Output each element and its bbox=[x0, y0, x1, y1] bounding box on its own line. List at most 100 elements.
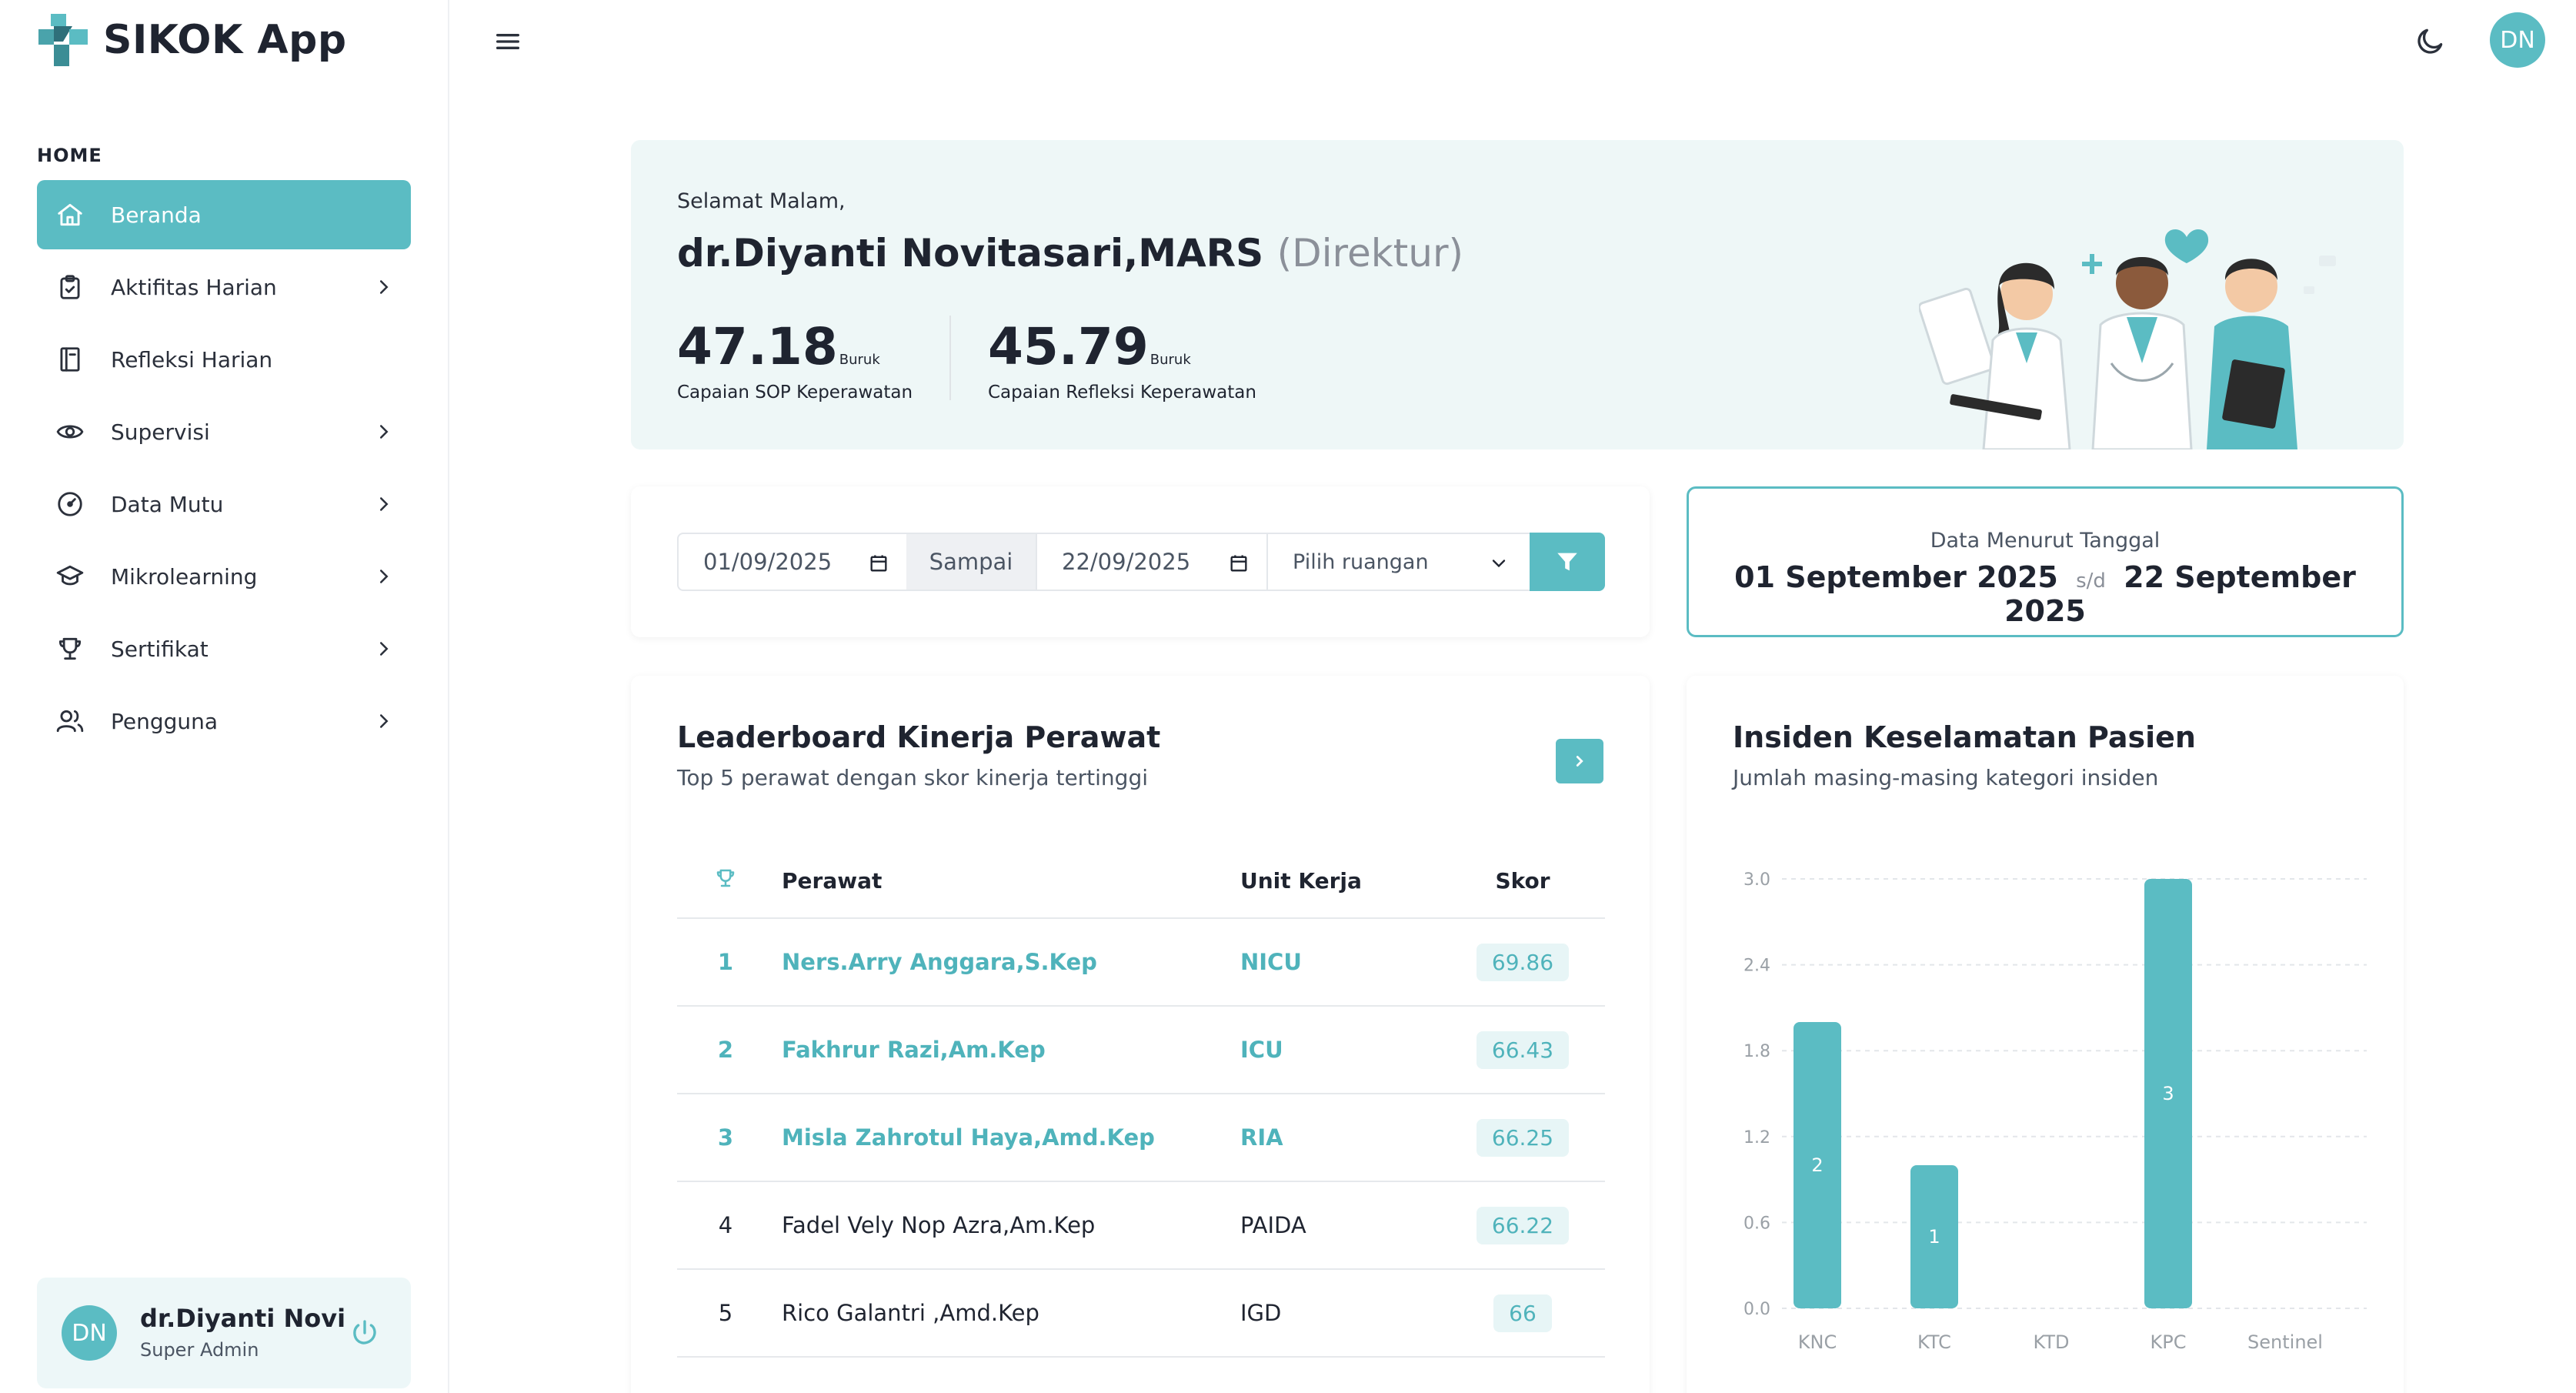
filter-icon bbox=[1557, 553, 1577, 571]
incident-chart-card: Insiden Keselamatan Pasien Jumlah masing… bbox=[1687, 676, 2404, 1393]
rank-cell: 4 bbox=[718, 1212, 733, 1238]
sidebar-item-label: Refleksi Harian bbox=[111, 346, 273, 372]
sidebar-section-home: HOME bbox=[37, 145, 102, 166]
chevron-right-icon bbox=[380, 642, 389, 656]
moon-icon[interactable] bbox=[2413, 25, 2447, 58]
rank-cell: 5 bbox=[718, 1300, 733, 1326]
x-tick-label: Sentinel bbox=[2247, 1331, 2323, 1353]
sidebar-item-data-mutu[interactable]: Data Mutu bbox=[37, 469, 411, 539]
y-tick-label: 0.6 bbox=[1743, 1214, 1770, 1233]
unit-cell: PAIDA bbox=[1240, 1212, 1306, 1238]
leaderboard-title: Leaderboard Kinerja Perawat bbox=[677, 720, 1161, 754]
avatar[interactable]: DN bbox=[62, 1305, 117, 1361]
graduation-cap-icon bbox=[54, 560, 86, 593]
incident-bar-chart: 0.0 0.6 1.2 1.8 2.4 3.0 2 KNC 1 KTC KTD 3 KPC Sentine… bbox=[1743, 870, 2367, 1353]
stat-refleksi: 45.79 Buruk Capaian Refleksi Keperawatan bbox=[988, 317, 1256, 403]
greeting: Selamat Malam, bbox=[677, 189, 846, 213]
nurse-name-link[interactable]: Fakhrur Razi,Am.Kep bbox=[774, 1037, 1233, 1063]
bar-value-label: 2 bbox=[1811, 1154, 1823, 1176]
power-icon[interactable] bbox=[349, 1318, 380, 1348]
date-to-input[interactable]: 22/09/2025 bbox=[1036, 533, 1268, 591]
stat-sop: 47.18 Buruk Capaian SOP Keperawatan bbox=[677, 317, 913, 403]
sidebar: SIKOK App HOME Beranda Aktifitas Harian … bbox=[0, 0, 449, 1393]
date-range-value: 01 September 2025 s/d 22 September 2025 bbox=[1689, 560, 2401, 628]
table-row[interactable]: 3 Misla Zahrotul Haya,Amd.Kep RIA 66.25 bbox=[677, 1094, 1605, 1182]
table-row[interactable]: 4 Fadel Vely Nop Azra,Am.Kep PAIDA 66.22 bbox=[677, 1182, 1605, 1270]
user-position: (Direktur) bbox=[1276, 231, 1464, 276]
date-range-from: 01 September 2025 bbox=[1734, 560, 2058, 594]
chevron-right-icon bbox=[380, 714, 389, 728]
nurse-name-link[interactable]: Ners.Arry Anggara,S.Kep bbox=[774, 949, 1233, 975]
divider bbox=[949, 316, 951, 400]
date-from-input[interactable]: 01/09/2025 bbox=[677, 533, 908, 591]
date-range-card: Data Menurut Tanggal 01 September 2025 s… bbox=[1687, 486, 2404, 637]
x-tick-label: KTC bbox=[1917, 1331, 1951, 1353]
sidebar-item-supervisi[interactable]: Supervisi bbox=[37, 397, 411, 466]
sidebar-item-aktifitas-harian[interactable]: Aktifitas Harian bbox=[37, 252, 411, 322]
table-row[interactable]: 5 Rico Galantri ,Amd.Kep IGD 66 bbox=[677, 1270, 1605, 1358]
sidebar-item-label: Aktifitas Harian bbox=[111, 274, 277, 300]
score-badge: 66.22 bbox=[1476, 1206, 1570, 1244]
sidebar-item-beranda[interactable]: Beranda bbox=[37, 180, 411, 249]
stat-quality: Buruk bbox=[1150, 352, 1191, 368]
sidebar-item-label: Beranda bbox=[111, 202, 202, 228]
score-header: Skor bbox=[1495, 867, 1550, 894]
filter-card: 01/09/2025 Sampai 22/09/2025 Pilih ruang… bbox=[631, 486, 1650, 637]
app-logo[interactable]: SIKOK App bbox=[35, 11, 347, 69]
sidebar-item-mikrolearning[interactable]: Mikrolearning bbox=[37, 542, 411, 611]
sidebar-item-sertifikat[interactable]: Sertifikat bbox=[37, 614, 411, 683]
unit-cell: RIA bbox=[1240, 1124, 1283, 1151]
sidebar-menu: Beranda Aktifitas Harian Refleksi Harian… bbox=[37, 180, 411, 759]
filter-button[interactable] bbox=[1530, 533, 1605, 591]
bar-value-label: 1 bbox=[1928, 1226, 1940, 1248]
sidebar-item-label: Supervisi bbox=[111, 419, 210, 445]
rank-cell: 2 bbox=[717, 1037, 734, 1063]
leaderboard-table: Perawat Unit Kerja Skor 1 Ners.Arry Angg… bbox=[677, 843, 1605, 1358]
avatar[interactable]: DN bbox=[2490, 12, 2545, 68]
y-tick-label: 1.8 bbox=[1743, 1042, 1770, 1061]
rank-cell: 1 bbox=[717, 949, 734, 975]
score-badge: 66 bbox=[1493, 1294, 1552, 1332]
user-name: dr.Diyanti Novi bbox=[140, 1304, 346, 1333]
nurse-name-link[interactable]: Misla Zahrotul Haya,Amd.Kep bbox=[774, 1124, 1233, 1151]
user-fullname: dr.Diyanti Novitasari,MARS (Direktur) bbox=[677, 231, 1463, 276]
sidebar-item-pengguna[interactable]: Pengguna bbox=[37, 686, 411, 756]
book-icon bbox=[54, 343, 86, 376]
sidebar-item-label: Pengguna bbox=[111, 708, 219, 734]
x-tick-label: KTD bbox=[2033, 1331, 2069, 1353]
table-row[interactable]: 1 Ners.Arry Anggara,S.Kep NICU 69.86 bbox=[677, 919, 1605, 1007]
table-row[interactable]: 2 Fakhrur Razi,Am.Kep ICU 66.43 bbox=[677, 1007, 1605, 1094]
y-tick-label: 2.4 bbox=[1743, 957, 1770, 976]
stat-caption: Capaian Refleksi Keperawatan bbox=[988, 382, 1256, 403]
sidebar-item-refleksi-harian[interactable]: Refleksi Harian bbox=[37, 325, 411, 394]
room-select[interactable]: Pilih ruangan bbox=[1266, 533, 1531, 591]
y-tick-label: 3.0 bbox=[1743, 870, 1770, 890]
leaderboard-card: Leaderboard Kinerja Perawat Top 5 perawa… bbox=[631, 676, 1650, 1393]
medical-staff-illustration bbox=[1919, 229, 2336, 449]
fullname-text: dr.Diyanti Novitasari,MARS bbox=[677, 231, 1264, 276]
app-title: SIKOK App bbox=[103, 17, 347, 63]
unit-cell: IGD bbox=[1240, 1300, 1282, 1326]
calendar-icon[interactable] bbox=[868, 553, 889, 574]
sidebar-item-label: Mikrolearning bbox=[111, 563, 258, 590]
home-icon bbox=[54, 199, 86, 231]
bar-value-label: 3 bbox=[2162, 1083, 2174, 1104]
trophy-icon bbox=[54, 633, 86, 665]
leaderboard-more-button[interactable] bbox=[1556, 739, 1603, 783]
user-role: Super Admin bbox=[140, 1339, 259, 1361]
x-tick-label: KNC bbox=[1798, 1331, 1837, 1353]
date-from-value: 01/09/2025 bbox=[703, 549, 833, 575]
eye-icon bbox=[54, 416, 86, 448]
user-card: DN dr.Diyanti Novi Super Admin bbox=[37, 1278, 411, 1388]
date-range-separator: s/d bbox=[2076, 570, 2106, 593]
calendar-icon[interactable] bbox=[1228, 553, 1250, 574]
score-badge: 66.43 bbox=[1476, 1031, 1570, 1069]
chevron-right-icon bbox=[380, 425, 389, 439]
trophy-icon bbox=[716, 869, 735, 887]
chevron-right-icon bbox=[380, 497, 389, 511]
hamburger-menu-icon[interactable] bbox=[492, 26, 523, 57]
nurse-name: Rico Galantri ,Amd.Kep bbox=[782, 1300, 1039, 1326]
score-badge: 66.25 bbox=[1476, 1118, 1570, 1157]
y-tick-label: 0.0 bbox=[1743, 1300, 1770, 1319]
stat-value: 47.18 bbox=[677, 317, 838, 376]
